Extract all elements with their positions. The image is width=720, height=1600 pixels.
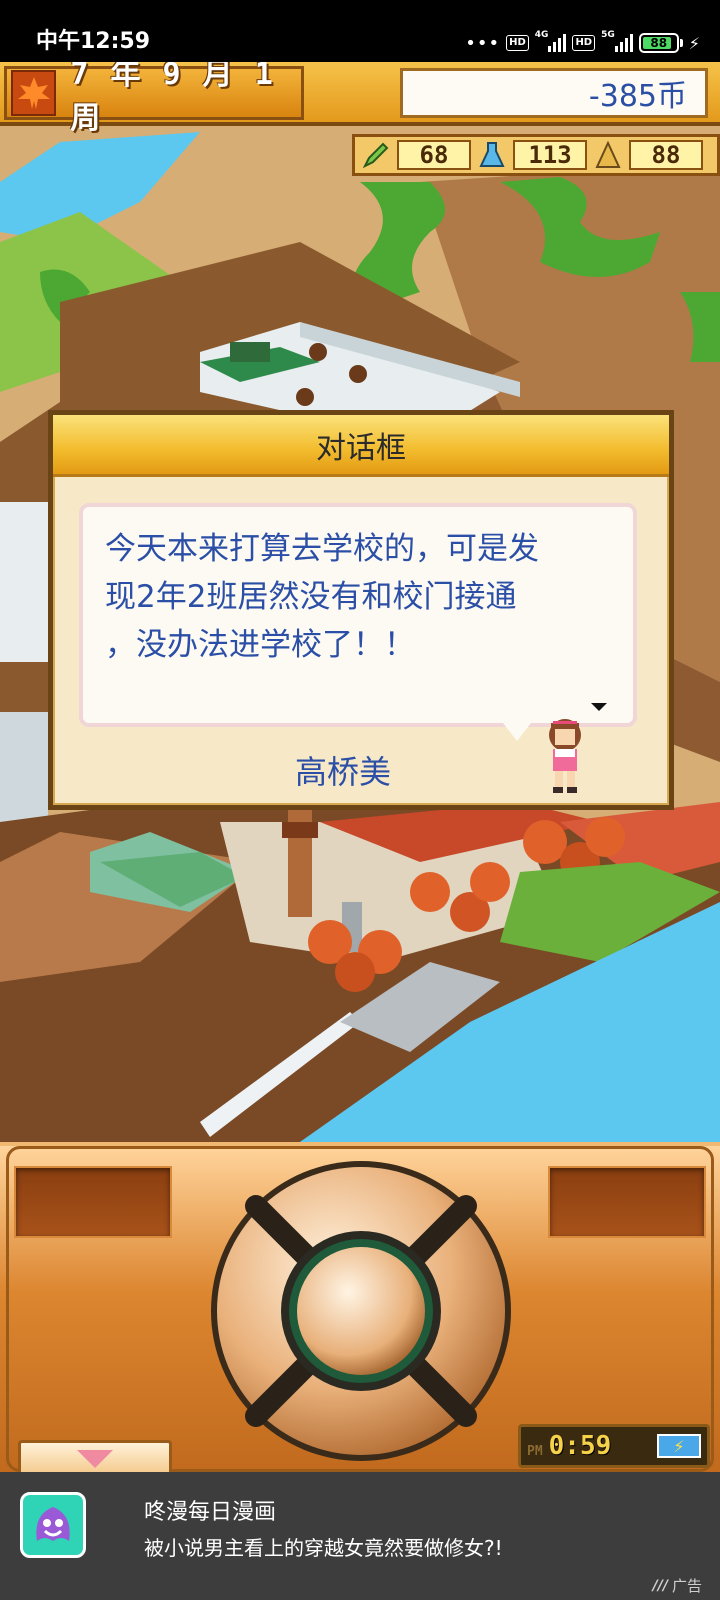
character-sprite-icon [549,719,581,793]
dialog-line-2: 现2年2班居然没有和校门接通 [105,579,517,615]
network-4g-label: 4G [534,30,549,40]
stat-science-value: 113 [513,140,587,170]
dpad-control[interactable] [196,1156,526,1466]
tower-icon [591,138,625,172]
dialog-box[interactable]: 对话框 今天本来打算去学校的，可是发 现2年2班居然没有和校门接通 ，没办法进学… [48,410,674,810]
coins-display: -385币 [400,68,708,118]
game-date: 7 年 9 月 1 周 [70,62,275,136]
battery-charging-icon: ⚡ [657,1434,701,1458]
speaker-name: 高桥美 [294,753,391,791]
ad-title: 咚漫每日漫画 [144,1500,277,1525]
flask-icon [475,138,509,172]
bubble-tail [503,723,531,741]
controller-panel: PM 0:59 ⚡ [0,1142,720,1478]
maple-leaf-icon [11,70,57,116]
more-dots-icon: ••• [465,32,501,54]
status-icons: ••• HD 4G HD 5G 88 ⚡ [465,28,700,58]
speech-bubble[interactable]: 今天本来打算去学校的，可是发 现2年2班居然没有和校门接通 ，没办法进学校了！！ [79,503,637,741]
dialog-title: 对话框 [53,415,669,477]
stats-bar: 68 113 88 [352,134,720,176]
top-hud: 7 年 9 月 1 周 -385币 [0,62,720,136]
ad-banner[interactable]: 咚漫每日漫画 被小说男主看上的穿越女竟然要做修女?! /// 广告 [0,1472,720,1600]
dialog-line-1: 今天本来打算去学校的，可是发 [105,531,539,567]
stat-study-value: 68 [397,140,471,170]
app-logo-icon [20,1492,86,1558]
charging-icon: ⚡ [688,33,700,53]
date-panel[interactable]: 7 年 9 月 1 周 [4,62,304,136]
battery-icon: 88 [638,33,679,53]
game-clock: PM 0:59 ⚡ [518,1424,710,1468]
right-shoulder-button[interactable] [548,1166,706,1238]
network-5g-label: 5G [601,30,615,40]
dialog-message: 今天本来打算去学校的，可是发 现2年2班居然没有和校门接通 ，没办法进学校了！！ [105,525,611,669]
stat-sport-value: 88 [629,140,703,170]
dialog-line-3: ，没办法进学校了！！ [105,627,415,663]
clock-time: 0:59 [548,1431,612,1461]
hd-badge-2: HD [572,35,596,51]
game-view[interactable]: 7 年 9 月 1 周 -385币 68 113 88 对话框 今天本来打算去学… [0,62,720,1142]
clock-period: PM [527,1443,543,1459]
battery-level: 88 [650,36,668,50]
status-bar: 中午12:59 ••• HD 4G HD 5G 88 ⚡ [0,0,720,62]
continue-arrow-icon[interactable] [591,703,607,711]
ad-description: 被小说男主看上的穿越女竟然要做修女?! [144,1536,503,1560]
ad-network-icon: /// [652,1577,668,1594]
triangle-down-icon [77,1450,113,1468]
pencil-icon [359,138,393,172]
ad-label-text: 广告 [671,1577,702,1595]
ad-label: /// 广告 [653,1575,702,1596]
signal-icon [548,34,567,52]
hd-badge: HD [506,35,529,51]
status-time: 中午12:59 [36,29,151,54]
signal-icon-2 [614,34,633,52]
left-shoulder-button[interactable] [14,1166,172,1238]
